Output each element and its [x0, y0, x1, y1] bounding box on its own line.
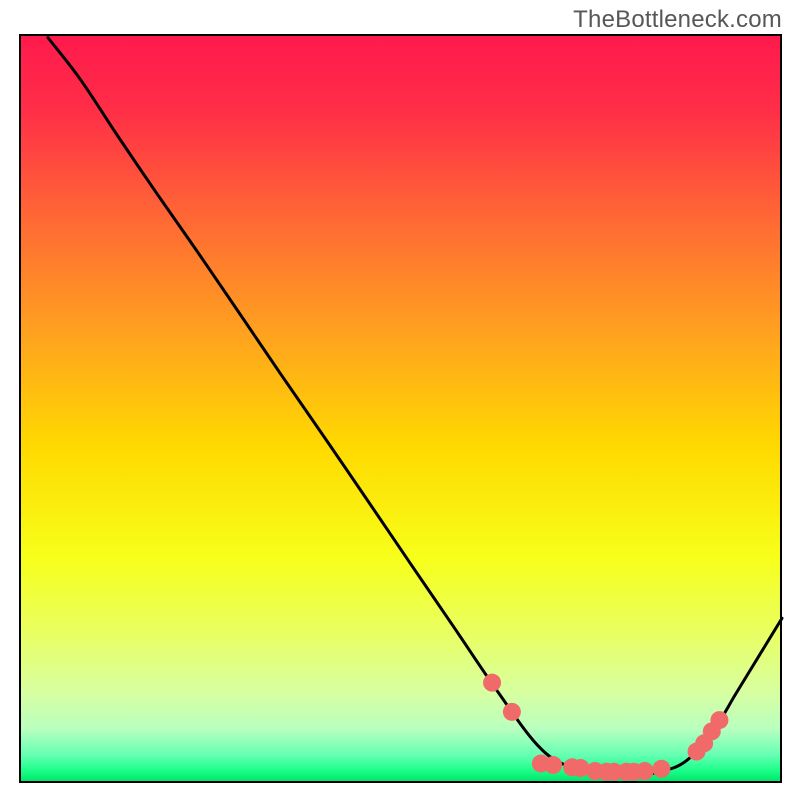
heatmap-background: [19, 34, 782, 783]
watermark-text: TheBottleneck.com: [573, 6, 782, 34]
chart-container: TheBottleneck.com: [0, 0, 800, 800]
